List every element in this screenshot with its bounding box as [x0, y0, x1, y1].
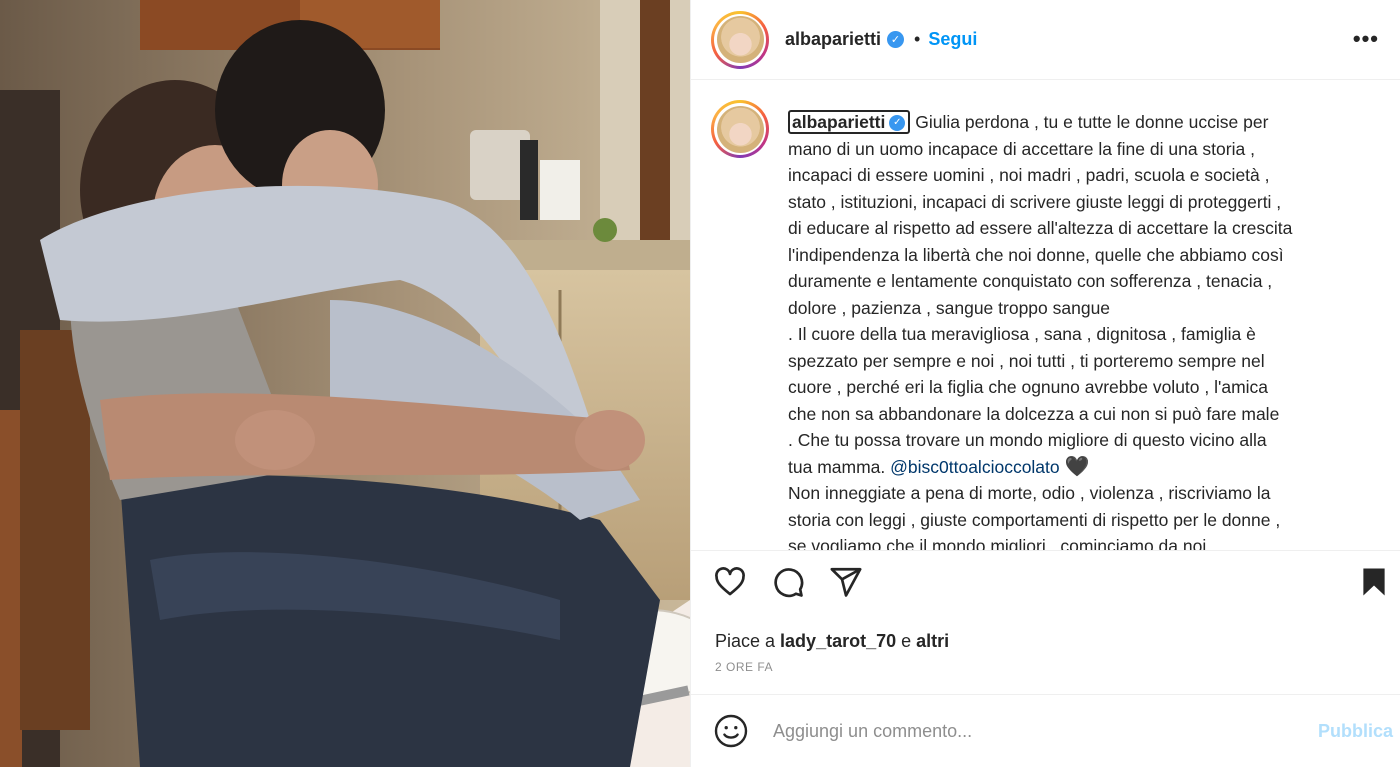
caption-line: incapaci di essere uomini , noi madri , … — [788, 165, 1270, 185]
caption-line: . Che tu possa trovare un mondo migliore… — [788, 430, 1267, 450]
caption-area: albaparietti ✓ Giulia perdona , tu e tutt… — [691, 80, 1400, 550]
publish-button[interactable]: Pubblica — [1318, 721, 1393, 742]
caption-line: tua mamma. — [788, 456, 891, 477]
heart-icon[interactable] — [713, 565, 757, 609]
action-bar — [691, 565, 1400, 609]
caption-line: Non inneggiate a pena di morte, odio , v… — [788, 483, 1271, 503]
bookmark-icon[interactable] — [1357, 565, 1400, 609]
caption-line: dolore , pazienza , sangue troppo sangue — [788, 297, 1111, 318]
likes-others-link[interactable]: altri — [916, 631, 949, 651]
verified-badge-icon: ✓ — [887, 31, 905, 48]
follow-button[interactable]: Segui — [928, 29, 977, 50]
post-photo — [0, 0, 690, 767]
post-header: albaparietti ✓ • Segui ••• — [691, 0, 1400, 80]
liker-username[interactable]: lady_tarot_70 — [780, 631, 896, 651]
comment-input[interactable] — [773, 715, 1273, 747]
verified-badge-icon: ✓ — [889, 115, 906, 132]
caption-line: mano di un uomo incapace di accettare la… — [788, 138, 1255, 159]
author-username[interactable]: albaparietti — [785, 29, 881, 50]
more-options-icon[interactable]: ••• — [1353, 26, 1379, 52]
caption-line: l'indipendenza la libertà che noi donne,… — [788, 244, 1284, 265]
caption-line: storia con leggi , giuste comportamenti … — [788, 509, 1281, 530]
caption-line: di educare al rispetto ad essere all'alt… — [788, 218, 1293, 238]
caption-line: cuore , perché eri la figlia che ognuno … — [788, 377, 1269, 397]
caption-avatar[interactable] — [711, 100, 769, 158]
mention-link[interactable]: @bisc0ttoalcioccolato — [890, 457, 1060, 477]
comment-icon[interactable] — [771, 565, 815, 609]
post-timestamp[interactable]: 2 ORE FA — [715, 660, 773, 674]
caption-line: Giulia perdona , tu e tutte le donne ucc… — [915, 112, 1269, 132]
caption-line: duramente e lentamente conquistato con s… — [788, 271, 1273, 291]
caption-line: che non sa abbandonare la dolcezza a cui… — [788, 403, 1280, 424]
caption-line: spezzato per sempre e noi , noi tutti , … — [788, 350, 1265, 371]
black-heart-emoji: 🖤 — [1064, 455, 1090, 478]
caption-line: . Il cuore della tua meravigliosa , sana… — [788, 324, 1256, 344]
share-icon[interactable] — [829, 565, 873, 609]
author-avatar[interactable] — [711, 10, 769, 69]
caption-line: stato , istituzioni, incapaci di scriver… — [788, 191, 1282, 212]
separator-dot: • — [914, 29, 921, 49]
comment-bar: Pubblica — [691, 695, 1400, 767]
divider — [691, 550, 1400, 551]
photo-two-women-hugging-kitchen — [0, 0, 690, 767]
caption-username[interactable]: albaparietti ✓ — [788, 110, 911, 134]
emoji-icon[interactable] — [713, 713, 753, 753]
avatar-photo — [716, 105, 764, 153]
post-side-panel: albaparietti ✓ • Segui ••• albaparietti ✓… — [690, 0, 1400, 767]
caption-text: albaparietti ✓ Giulia perdona , tu e tutt… — [788, 109, 1378, 550]
avatar-photo — [716, 16, 764, 63]
caption-line: se vogliamo che il mondo migliori , comi… — [788, 536, 1207, 550]
likes-summary: Piace a lady_tarot_70 e altri — [715, 631, 950, 651]
